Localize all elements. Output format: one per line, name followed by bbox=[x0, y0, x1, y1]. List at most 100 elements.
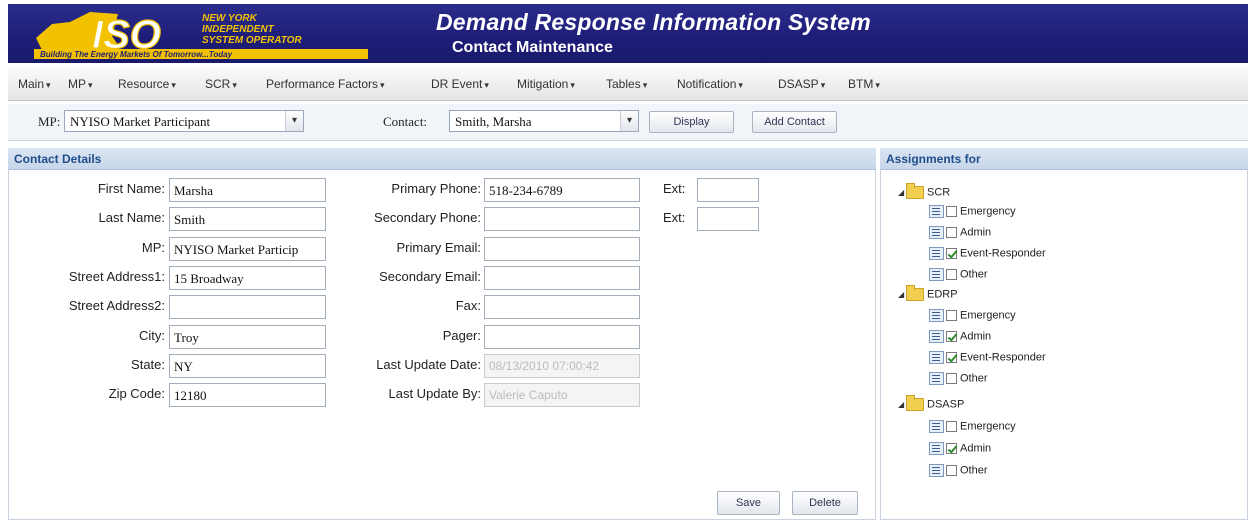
list-icon bbox=[929, 330, 944, 343]
checkbox[interactable] bbox=[946, 227, 957, 238]
primary-phone-label: Primary Phone: bbox=[391, 181, 481, 196]
list-icon bbox=[929, 351, 944, 364]
street-address2-label: Street Address2: bbox=[68, 298, 165, 313]
tree-group-dsasp[interactable]: ◢ DSASP bbox=[898, 395, 964, 411]
menu-main[interactable]: Main ▾ bbox=[18, 77, 51, 91]
add-contact-button[interactable]: Add Contact bbox=[752, 111, 837, 133]
display-button[interactable]: Display bbox=[649, 111, 734, 133]
tree-item[interactable]: Admin bbox=[929, 330, 991, 343]
checkbox[interactable] bbox=[946, 465, 957, 476]
checkbox[interactable] bbox=[946, 373, 957, 384]
chevron-down-icon: ▾ bbox=[88, 80, 93, 90]
checkbox[interactable] bbox=[946, 421, 957, 432]
list-icon bbox=[929, 464, 944, 477]
mp-field-label: MP: bbox=[141, 240, 165, 255]
page-subtitle: Contact Maintenance bbox=[452, 39, 613, 56]
secondary-email-field[interactable] bbox=[484, 266, 640, 290]
tree-item[interactable]: Admin bbox=[929, 226, 991, 239]
main-menu-bar: Main ▾ MP ▾ Resource ▾ SCR ▾ Performance Fac… bbox=[8, 68, 1248, 101]
menu-dr-event[interactable]: DR Event ▾ bbox=[431, 77, 489, 91]
pager-field[interactable] bbox=[484, 325, 640, 349]
list-icon bbox=[929, 268, 944, 281]
pager-label: Pager: bbox=[442, 328, 481, 343]
tree-item[interactable]: Admin bbox=[929, 442, 991, 455]
checkbox-checked[interactable] bbox=[946, 331, 957, 342]
street-address2-field[interactable] bbox=[169, 295, 326, 319]
ext2-field[interactable] bbox=[697, 207, 759, 231]
menu-mp[interactable]: MP ▾ bbox=[68, 77, 93, 91]
menu-btm[interactable]: BTM ▾ bbox=[848, 77, 880, 91]
menu-performance-factors[interactable]: Performance Factors ▾ bbox=[266, 77, 385, 91]
checkbox[interactable] bbox=[946, 206, 957, 217]
primary-email-field[interactable] bbox=[484, 237, 640, 261]
chevron-down-icon: ▾ bbox=[570, 80, 575, 90]
chevron-down-icon[interactable]: ▾ bbox=[285, 111, 303, 131]
chevron-down-icon: ▾ bbox=[171, 80, 176, 90]
city-field[interactable]: Troy bbox=[169, 325, 326, 349]
chevron-down-icon: ▾ bbox=[642, 80, 648, 90]
first-name-field[interactable]: Marsha bbox=[169, 178, 326, 202]
contact-select[interactable]: Smith, Marsha ▾ bbox=[449, 110, 639, 132]
menu-scr[interactable]: SCR ▾ bbox=[205, 77, 237, 91]
ext1-field[interactable] bbox=[697, 178, 759, 202]
fax-field[interactable] bbox=[484, 295, 640, 319]
tree-group-edrp[interactable]: ◢ EDRP bbox=[898, 285, 958, 301]
last-update-date-field: 08/13/2010 07:00:42 bbox=[484, 354, 640, 378]
tree-item[interactable]: Other bbox=[929, 464, 988, 477]
mp-select[interactable]: NYISO Market Participant ▾ bbox=[64, 110, 304, 132]
chevron-down-icon: ▾ bbox=[46, 80, 51, 90]
last-name-field[interactable]: Smith bbox=[169, 207, 326, 231]
expand-triangle-icon[interactable]: ◢ bbox=[898, 188, 906, 197]
nyiso-logo: ISO NEW YORK INDEPENDENT SYSTEM OPERATOR… bbox=[34, 12, 368, 59]
tree-item[interactable]: Event-Responder bbox=[929, 247, 1046, 260]
chevron-down-icon[interactable]: ▾ bbox=[620, 111, 638, 131]
expand-triangle-icon[interactable]: ◢ bbox=[898, 400, 906, 409]
tree-item[interactable]: Emergency bbox=[929, 205, 1016, 218]
tree-item[interactable]: Other bbox=[929, 268, 988, 281]
selection-toolbar: MP: NYISO Market Participant ▾ Contact: … bbox=[8, 104, 1248, 141]
folder-icon bbox=[906, 395, 924, 411]
checkbox[interactable] bbox=[946, 269, 957, 280]
checkbox-checked[interactable] bbox=[946, 352, 957, 363]
system-title: Demand Response Information System bbox=[436, 9, 871, 35]
list-icon bbox=[929, 309, 944, 322]
zip-code-label: Zip Code: bbox=[108, 386, 165, 401]
checkbox-checked[interactable] bbox=[946, 248, 957, 259]
folder-icon bbox=[906, 285, 924, 301]
menu-tables[interactable]: Tables ▾ bbox=[606, 77, 647, 91]
primary-phone-field[interactable]: 518-234-6789 bbox=[484, 178, 640, 202]
menu-mitigation[interactable]: Mitigation ▾ bbox=[517, 77, 575, 91]
chevron-down-icon: ▾ bbox=[875, 80, 880, 90]
checkbox[interactable] bbox=[946, 310, 957, 321]
checkbox-checked[interactable] bbox=[946, 443, 957, 454]
delete-button[interactable]: Delete bbox=[792, 491, 858, 515]
ext1-label: Ext: bbox=[663, 181, 686, 196]
menu-dsasp[interactable]: DSASP ▾ bbox=[778, 77, 825, 91]
folder-icon bbox=[906, 183, 924, 199]
menu-resource[interactable]: Resource ▾ bbox=[118, 77, 176, 91]
chevron-down-icon: ▾ bbox=[380, 80, 385, 90]
state-label: State: bbox=[131, 357, 165, 372]
street-address1-field[interactable]: 15 Broadway bbox=[169, 266, 326, 290]
tree-item[interactable]: Emergency bbox=[929, 309, 1016, 322]
save-button[interactable]: Save bbox=[717, 491, 780, 515]
last-update-by-label: Last Update By: bbox=[388, 386, 482, 401]
list-icon bbox=[929, 442, 944, 455]
zip-code-field[interactable]: 12180 bbox=[169, 383, 326, 407]
state-field[interactable]: NY bbox=[169, 354, 326, 378]
menu-notification[interactable]: Notification ▾ bbox=[677, 77, 743, 91]
tree-item[interactable]: Emergency bbox=[929, 420, 1016, 433]
chevron-down-icon: ▾ bbox=[484, 80, 489, 90]
tree-item[interactable]: Event-Responder bbox=[929, 351, 1046, 364]
city-label: City: bbox=[139, 328, 165, 343]
list-icon bbox=[929, 247, 944, 260]
expand-triangle-icon[interactable]: ◢ bbox=[898, 290, 906, 299]
tree-item[interactable]: Other bbox=[929, 372, 988, 385]
secondary-phone-field[interactable] bbox=[484, 207, 640, 231]
tree-group-scr[interactable]: ◢ SCR bbox=[898, 183, 950, 199]
mp-field[interactable]: NYISO Market Particip bbox=[169, 237, 326, 261]
first-name-label: First Name: bbox=[97, 181, 165, 196]
list-icon bbox=[929, 420, 944, 433]
svg-text:SYSTEM OPERATOR: SYSTEM OPERATOR bbox=[202, 35, 302, 46]
secondary-phone-label: Secondary Phone: bbox=[374, 210, 481, 225]
